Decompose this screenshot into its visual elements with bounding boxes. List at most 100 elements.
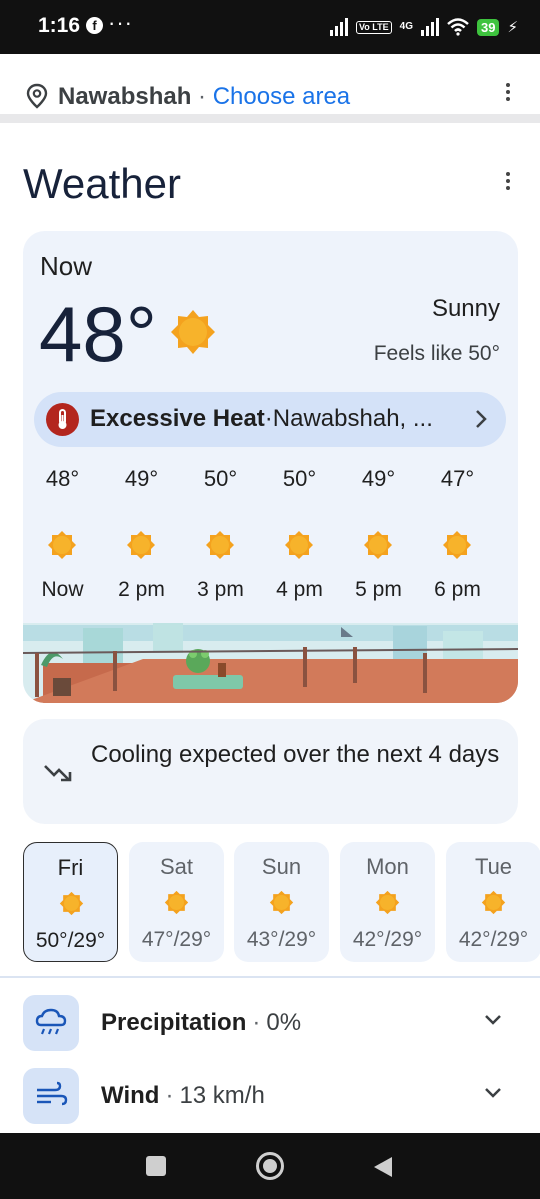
hourly-temp: 47° (440, 466, 475, 491)
hourly-label: 5 pm (355, 578, 402, 601)
alert-title: Excessive Heat (90, 405, 265, 432)
sun-icon (171, 310, 215, 354)
hourly-label: Now (41, 578, 84, 601)
status-more: ··· (108, 10, 133, 35)
location-menu-icon[interactable] (505, 83, 511, 104)
choose-area-link[interactable]: Choose area (213, 83, 350, 110)
day-name: Sat (159, 854, 194, 879)
battery-level: 39 (476, 18, 500, 36)
hourly-label: 4 pm (276, 578, 323, 601)
wifi-icon (447, 18, 469, 36)
sun-icon (127, 531, 155, 559)
wind-text: Wind · 13 km/h (101, 1082, 265, 1110)
day-card-mon[interactable]: Mon 42°/29° (340, 842, 435, 962)
location-text: Nawabshah · Choose area (58, 83, 350, 111)
location-pin-icon (26, 83, 48, 109)
trend-text: Cooling expected over the next 4 days (91, 741, 500, 768)
sun-icon (481, 890, 506, 915)
alert-text: Excessive Heat·Nawabshah, ... (90, 405, 433, 433)
day-temps: 42°/29° (352, 928, 423, 951)
hourly-item: 49° 5 pm (339, 466, 418, 606)
day-temps: 42°/29° (458, 928, 529, 951)
hourly-forecast: 48° Now 49° 2 pm 50° 3 pm 50° 4 pm 49° 5… (23, 466, 518, 606)
wind-value: 13 km/h (179, 1082, 265, 1109)
day-card-sat[interactable]: Sat 47°/29° (129, 842, 224, 962)
location-city: Nawabshah (58, 83, 192, 110)
heat-alert-banner[interactable]: Excessive Heat·Nawabshah, ... (34, 392, 506, 447)
day-card-sun[interactable]: Sun 43°/29° (234, 842, 329, 962)
day-name: Tue (474, 854, 513, 879)
divider (0, 976, 540, 978)
hourly-temp: 50° (282, 466, 317, 491)
weather-illustration (23, 623, 518, 703)
day-name: Fri (57, 855, 84, 880)
feels-like-text: Feels like 50° (373, 342, 500, 365)
separator-dot: · (252, 1009, 261, 1036)
volte-badge: Vo LTE (355, 20, 392, 34)
signal-icon (329, 18, 348, 36)
location-separator: · (198, 83, 207, 110)
condition-text: Sunny (431, 295, 500, 322)
wind-row[interactable]: Wind · 13 km/h (23, 1068, 518, 1126)
sun-icon (269, 890, 294, 915)
alert-separator: · (264, 405, 273, 432)
day-card-fri[interactable]: Fri 50°/29° (23, 842, 118, 962)
trending-down-icon (44, 765, 72, 782)
sun-icon (443, 531, 471, 559)
day-temps: 43°/29° (246, 928, 317, 951)
sun-icon (206, 531, 234, 559)
day-temps: 47°/29° (141, 928, 212, 951)
chevron-down-icon (485, 1015, 501, 1025)
wind-icon (23, 1068, 79, 1124)
sun-icon (48, 531, 76, 559)
hourly-label: 2 pm (118, 578, 165, 601)
system-nav-bar (0, 1133, 540, 1199)
hourly-item: 48° Now (23, 466, 102, 606)
current-weather-card: Now 48° Sunny Feels like 50° Excessive H… (23, 231, 518, 703)
page-title: Weather (23, 160, 181, 207)
current-temperature: 48° (39, 290, 157, 378)
precipitation-value: 0% (266, 1009, 302, 1036)
location-bar[interactable]: Nawabshah · Choose area (0, 63, 540, 123)
day-temps: 50°/29° (35, 929, 106, 952)
sun-icon (59, 891, 84, 916)
status-time: 1:16 (38, 14, 81, 37)
day-name: Sun (261, 854, 302, 879)
weather-menu-icon[interactable] (505, 172, 511, 193)
hourly-label: 3 pm (197, 578, 244, 601)
separator-dot: · (165, 1082, 174, 1109)
trend-card: Cooling expected over the next 4 days (23, 719, 518, 824)
daily-forecast: Fri 50°/29° Sat 47°/29° Sun 43°/29° Mon … (23, 842, 540, 962)
facebook-icon: f (86, 17, 103, 34)
home-button[interactable] (256, 1152, 284, 1180)
hourly-temp: 50° (203, 466, 238, 491)
chevron-right-icon (476, 410, 487, 428)
hourly-temp: 49° (124, 466, 159, 491)
chevron-down-icon (485, 1088, 501, 1098)
hourly-item: 49° 2 pm (102, 466, 181, 606)
hourly-label: 6 pm (434, 578, 481, 601)
hourly-item: 50° 4 pm (260, 466, 339, 606)
back-button[interactable] (372, 1155, 394, 1179)
hourly-temp: 48° (45, 466, 80, 491)
day-card-tue[interactable]: Tue 42°/29° (446, 842, 540, 962)
alert-location: Nawabshah, ... (272, 405, 433, 432)
precipitation-label: Precipitation (101, 1009, 247, 1036)
hourly-item: 50° 3 pm (181, 466, 260, 606)
sun-icon (164, 890, 189, 915)
wind-label: Wind (101, 1082, 160, 1109)
charging-icon: ⚡ (507, 19, 518, 36)
sun-icon (375, 890, 400, 915)
thermometer-icon (46, 403, 79, 436)
now-label: Now (40, 251, 93, 281)
sun-icon (285, 531, 313, 559)
network-type: 4G (399, 21, 413, 32)
rain-cloud-icon (23, 995, 79, 1051)
precipitation-text: Precipitation · 0% (101, 1009, 301, 1037)
precipitation-row[interactable]: Precipitation · 0% (23, 995, 518, 1053)
hourly-item: 47° 6 pm (418, 466, 497, 606)
status-bar: 1:16 f ··· Vo LTE 4G 39 ⚡ (0, 0, 540, 54)
day-name: Mon (366, 854, 409, 879)
recents-button[interactable] (146, 1156, 166, 1176)
sun-icon (364, 531, 392, 559)
